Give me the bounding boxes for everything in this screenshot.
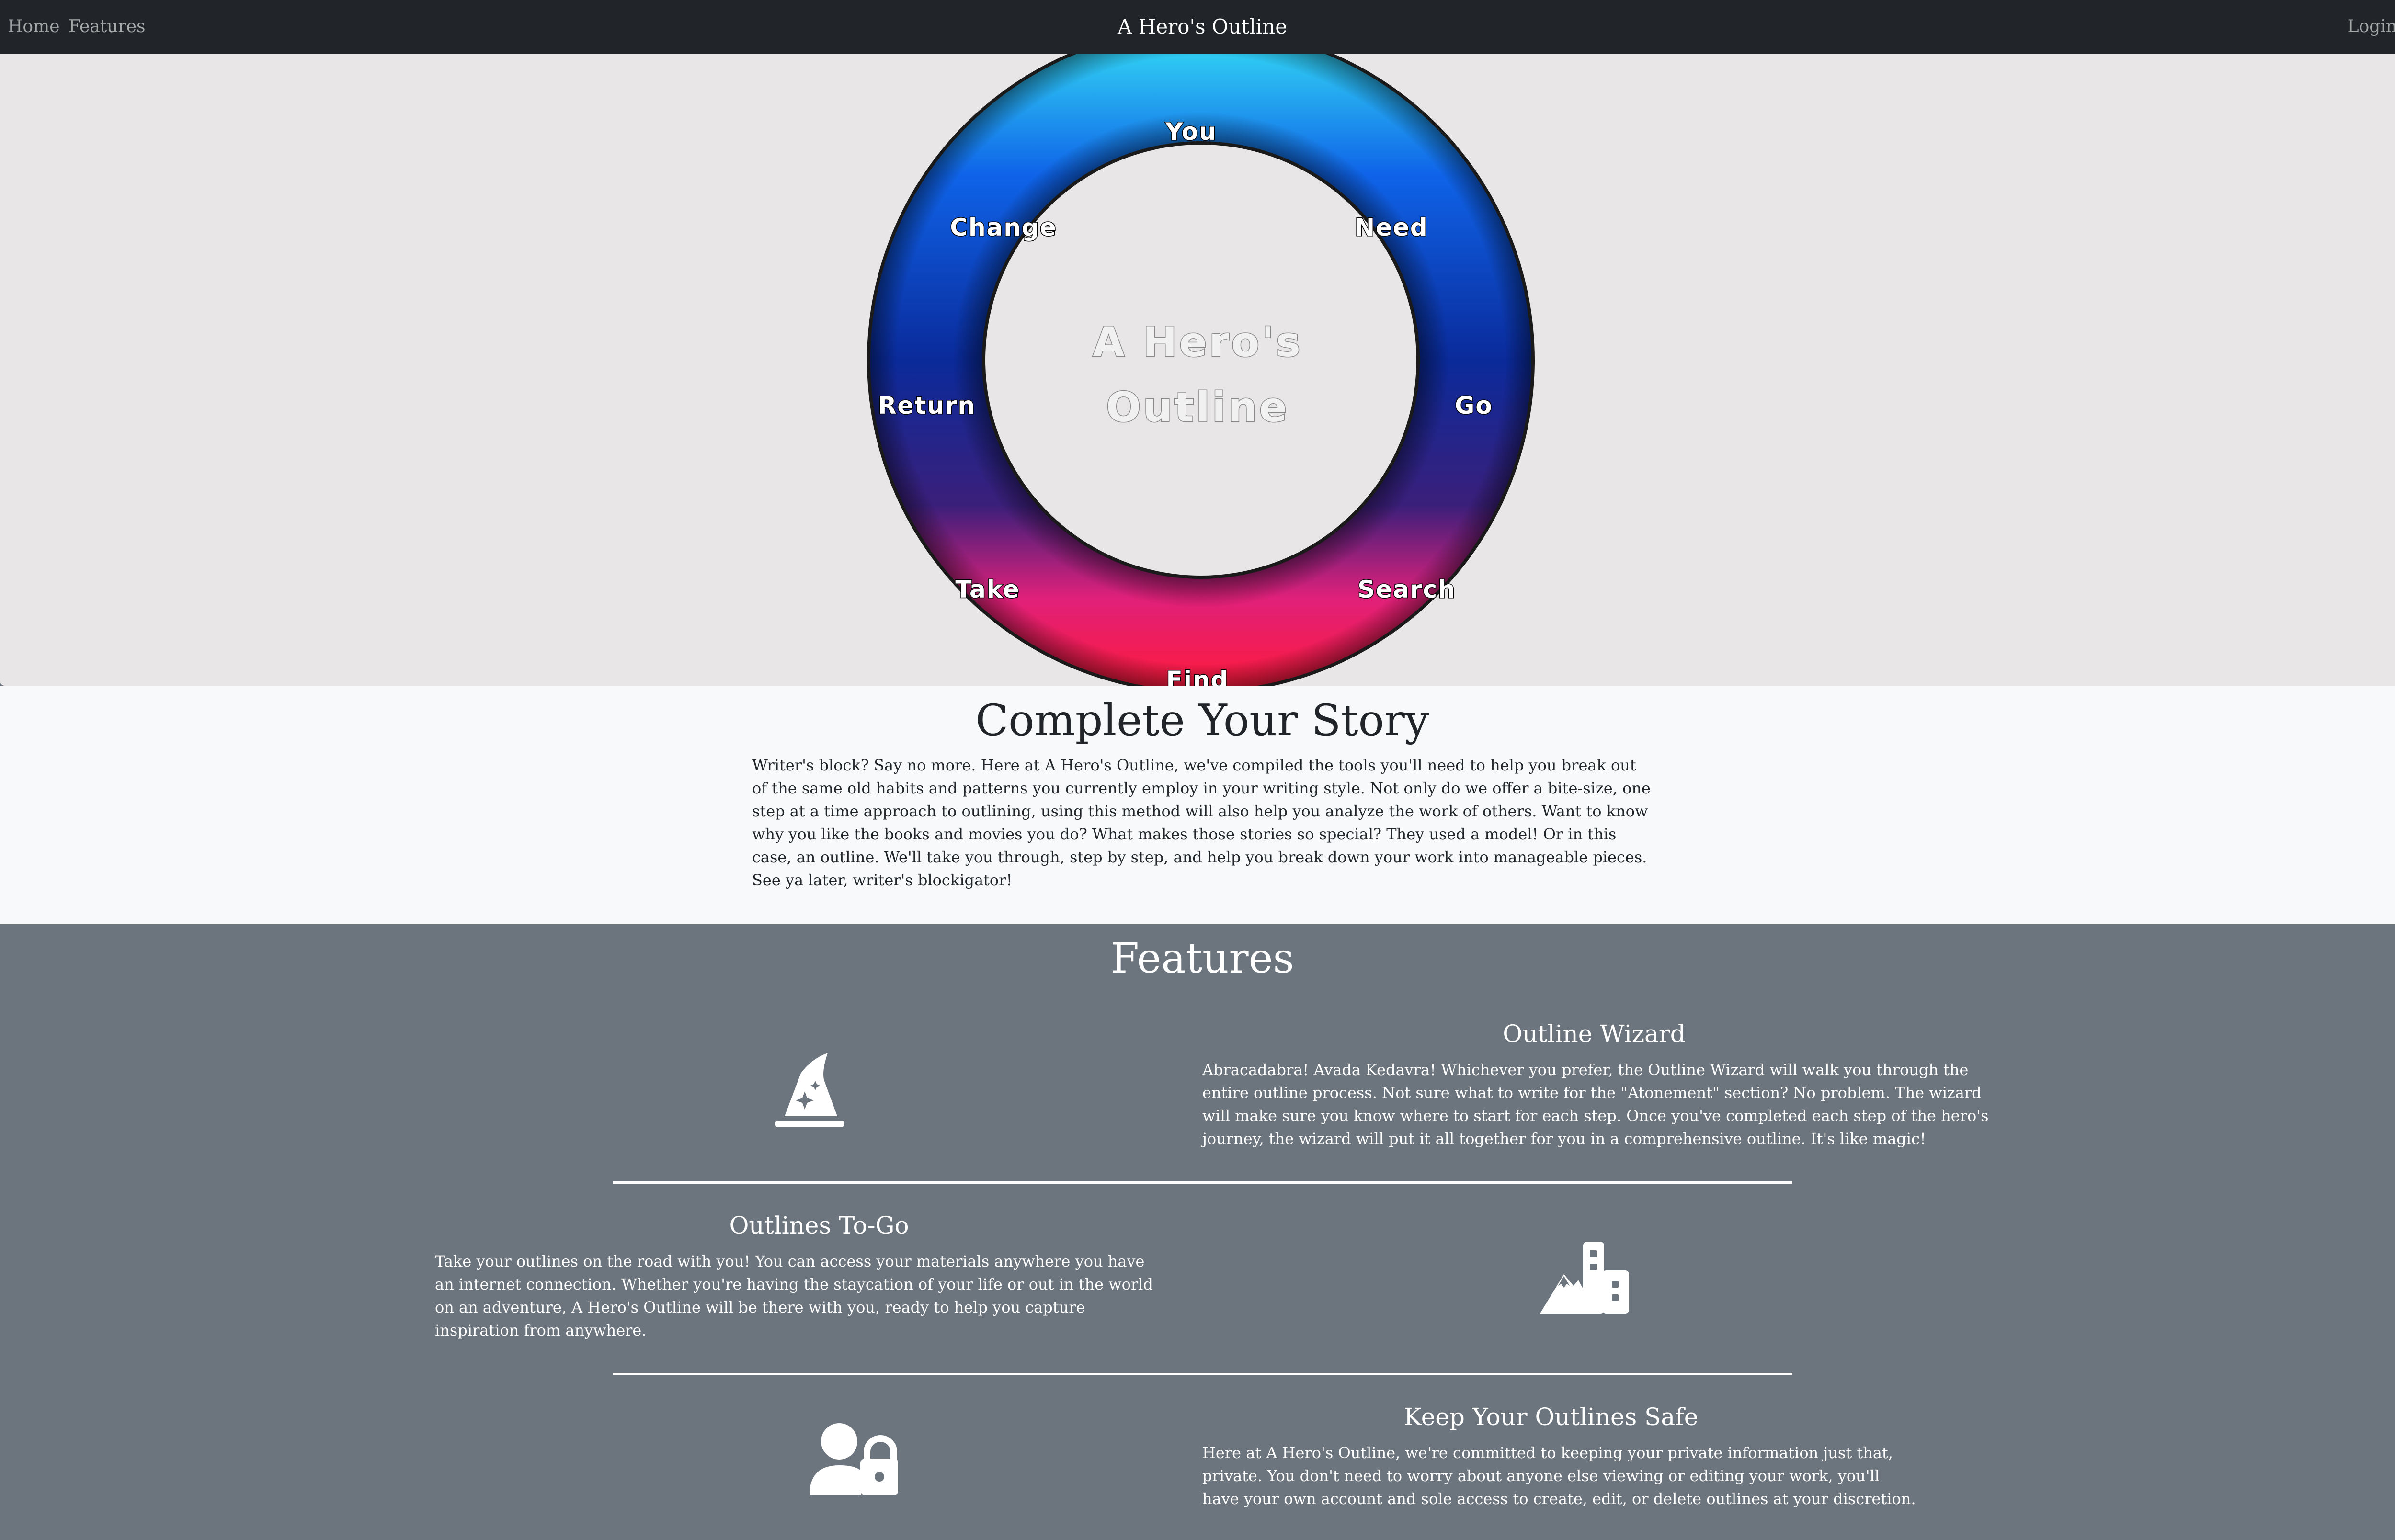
feature-title-outline-wizard: Outline Wizard [1503,1020,1686,1048]
wheel-step-search: Search [1357,576,1456,603]
story-section: Complete Your Story Writer's block? Say … [0,686,2395,924]
wheel-step-change: Change [950,214,1057,241]
nav-login-link[interactable]: Login [2348,0,2395,54]
feature-title-outlines-to-go: Outlines To-Go [729,1212,909,1239]
features-title: Features [1110,935,1294,983]
hero-wheel-graphic: You Need Go Search Find Take Return Change A He… [867,54,1535,686]
wheel-step-you: You [1165,118,1217,146]
navbar: Home Features A Hero's Outline Login [0,0,2395,54]
features-section: Features Outline Wizard Abracadabra! Ava… [0,924,2395,1540]
feature-text-keep-outlines-safe: Here at A Hero's Outline, we're committe… [1202,1444,1916,1508]
hero-banner: You Need Go Search Find Take Return Change A He… [0,54,2395,686]
story-text: Writer's block? Say no more. Here at A H… [752,756,1651,889]
nav-home-link[interactable]: Home [8,0,60,54]
user-lock-icon [810,1423,899,1495]
wheel-step-go: Go [1455,392,1493,419]
feature-divider [613,1373,1792,1375]
wheel-step-take: Take [955,576,1020,603]
navbar-brand-container: A Hero's Outline [0,0,2395,54]
feature-title-keep-outlines-safe: Keep Your Outlines Safe [1403,1403,1699,1431]
feature-text-outline-wizard: Abracadabra! Avada Kedavra! Whichever yo… [1202,1061,1989,1148]
mountain-city-icon [1540,1242,1631,1314]
feature-text-outlines-to-go: Take your outlines on the road with you!… [435,1252,1153,1339]
nav-features-link[interactable]: Features [68,0,145,54]
wheel-center-title-line2: Outline [1106,384,1289,431]
wheel-center-title-line1: A Hero's [1093,318,1302,366]
wizard-hat-icon [771,1050,848,1127]
story-title: Complete Your Story [975,695,1429,746]
wheel-step-need: Need [1355,214,1428,241]
wheel-step-return: Return [878,392,976,419]
feature-divider [613,1181,1792,1184]
wheel-step-find: Find [1166,666,1229,686]
navbar-brand[interactable]: A Hero's Outline [1118,15,1287,38]
